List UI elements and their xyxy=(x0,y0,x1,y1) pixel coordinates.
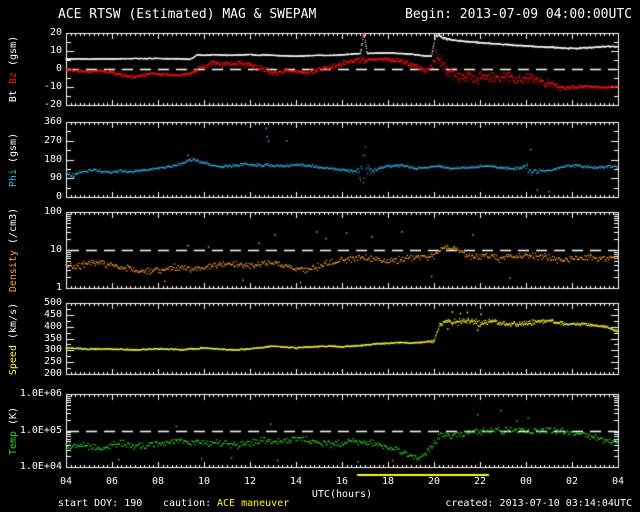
y-axis-label-text: (km/s) xyxy=(8,302,20,345)
x-tick-label: 02 xyxy=(565,476,579,487)
y-axis-label-speed: Speed (km/s) xyxy=(0,302,28,375)
y-axis-label-text: Bt xyxy=(8,84,20,103)
ace-rtsw-plot: ACE RTSW (Estimated) MAG & SWEPAM Begin:… xyxy=(0,0,640,512)
y-axis-label-density: Density (/cm3) xyxy=(0,208,28,292)
x-tick-label: 10 xyxy=(197,476,211,487)
x-axis-title: UTC(hours) xyxy=(311,489,373,500)
y-axis-label-phi: Phi (gsm) xyxy=(0,122,28,197)
y-axis-label-text: (gsm) xyxy=(8,132,19,169)
footer-start-doy: start DOY: 190 xyxy=(58,498,143,509)
footer-caution-value: ACE maneuver xyxy=(217,498,290,509)
x-tick-label: 22 xyxy=(473,476,487,487)
y-axis-label-text: Bz xyxy=(8,72,20,85)
y-axis-label-text: Speed xyxy=(8,344,20,375)
x-tick-label: 06 xyxy=(105,476,119,487)
begin-timestamp: Begin: 2013-07-09 04:00:00UTC xyxy=(405,7,632,22)
y-axis-label-text: Phi xyxy=(8,168,19,187)
x-tick-label: 04 xyxy=(59,476,73,487)
x-tick-label: 04 xyxy=(611,476,625,487)
y-axis-label-text: (/cm3) xyxy=(8,207,19,250)
y-axis-label-text: (K) xyxy=(8,406,19,431)
y-axis-label-temp: Temp (K) xyxy=(0,394,28,467)
y-axis-label-text: (gsm) xyxy=(8,35,20,73)
x-tick-label: 16 xyxy=(335,476,349,487)
x-tick-label: 12 xyxy=(243,476,257,487)
footer-caution-label: caution: xyxy=(163,498,212,509)
x-tick-label: 08 xyxy=(151,476,165,487)
plot-title: ACE RTSW (Estimated) MAG & SWEPAM xyxy=(58,7,317,22)
y-axis-label-text: Density xyxy=(8,250,19,293)
y-axis-label-text: Temp xyxy=(8,430,19,455)
x-tick-label: 20 xyxy=(427,476,441,487)
x-tick-label: 00 xyxy=(519,476,533,487)
x-tick-label: 18 xyxy=(381,476,395,487)
chart-canvas xyxy=(0,0,640,512)
x-tick-label: 14 xyxy=(289,476,303,487)
y-axis-label-bt_bz: Bt Bz (gsm) xyxy=(0,33,28,105)
footer-created-timestamp: created: 2013-07-10 03:14:04UTC xyxy=(445,498,632,509)
